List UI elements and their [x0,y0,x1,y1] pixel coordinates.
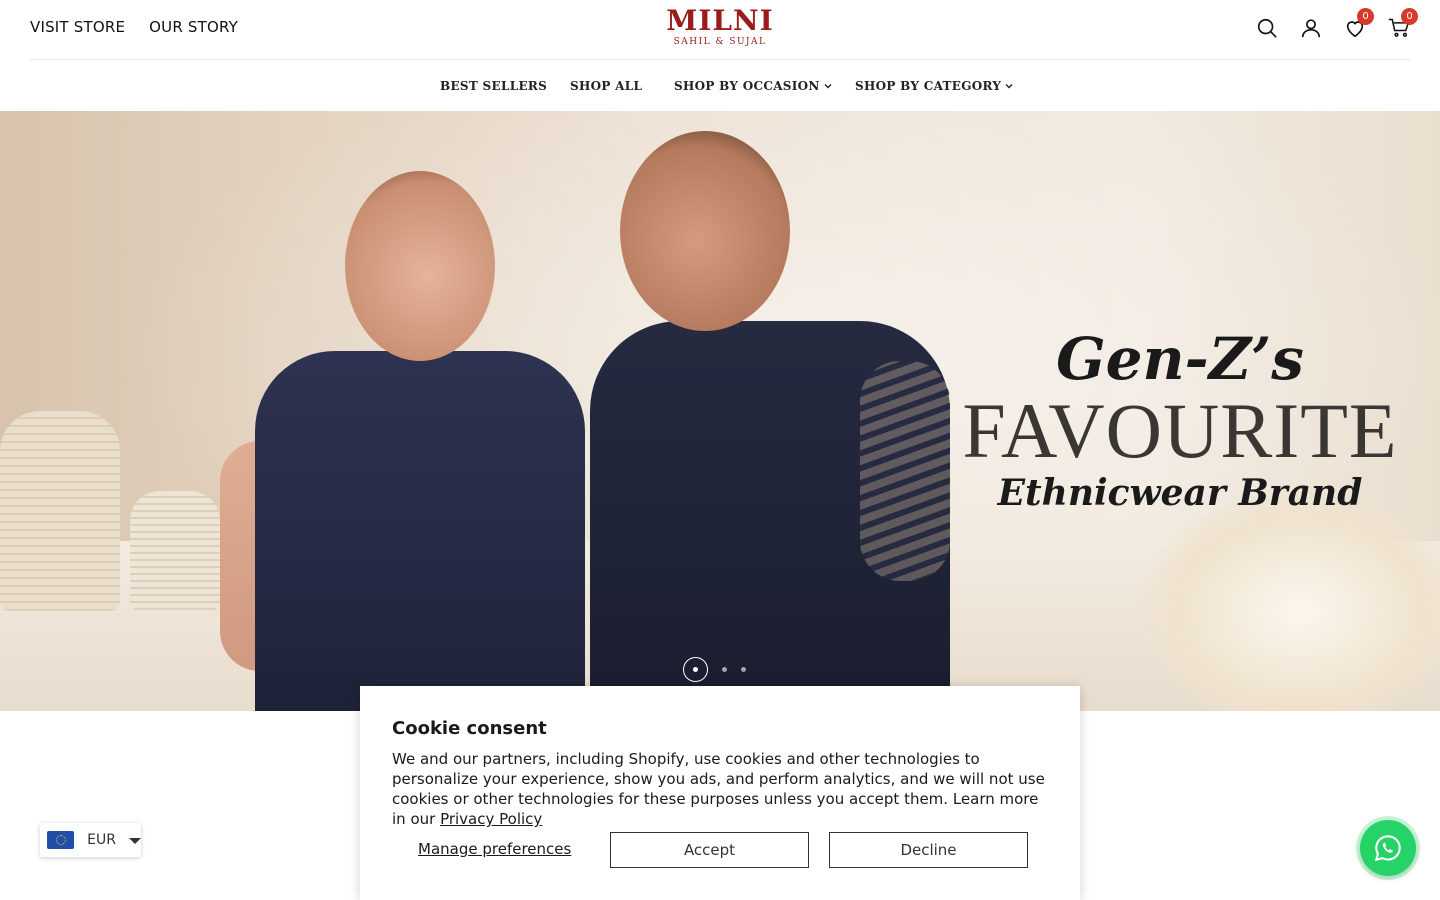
wishlist-button[interactable]: 0 [1344,8,1374,40]
caret-down-icon [129,838,141,844]
logo-subtext: SAHIL & SUJAL [673,37,767,47]
cookie-actions: Manage preferences Accept Decline [392,832,1048,868]
nav-label: BEST SELLERS [440,79,548,93]
header-icons: 0 0 [1256,8,1418,40]
chevron-down-icon [824,84,832,89]
decor-vase [0,411,120,611]
nav-shop-by-category[interactable]: SHOP BY CATEGORY [855,79,1014,93]
chevron-down-icon [1005,84,1013,89]
hero-line-3: Ethnicwear Brand [997,472,1363,514]
account-button[interactable] [1300,16,1322,40]
header-top: VISIT STORE OUR STORY MILNI SAHIL & SUJA… [30,0,1418,60]
slider-pagination [683,657,746,682]
model-right-sleeve [860,361,950,581]
hero-line-2: FAVOURITE [962,387,1398,474]
nav-label: SHOP ALL [570,79,643,93]
our-story-link[interactable]: OUR STORY [149,18,238,36]
currency-code: EUR [87,832,116,848]
logo-text: MILNI [666,4,774,37]
cookie-title: Cookie consent [392,718,547,739]
decor-vase [130,491,220,611]
hero-banner[interactable]: Gen-Z’s FAVOURITE Ethnicwear Brand [0,111,1440,711]
top-links: VISIT STORE OUR STORY [30,18,238,36]
cart-count-badge: 0 [1401,8,1418,25]
hero-line-1: Gen-Z’s [1056,325,1304,393]
search-icon [1257,18,1277,38]
currency-selector[interactable]: EUR [40,823,141,857]
wishlist-count-badge: 0 [1357,8,1374,25]
manage-preferences-link[interactable]: Manage preferences [418,840,571,858]
nav-shop-all[interactable]: SHOP ALL [570,79,642,93]
decline-button[interactable]: Decline [829,832,1028,868]
eu-flag-icon [47,831,75,849]
search-button[interactable] [1256,16,1278,40]
nav-best-sellers[interactable]: BEST SELLERS [440,79,547,93]
visit-store-link[interactable]: VISIT STORE [30,18,125,36]
model-left-outfit [255,351,585,711]
brand-logo[interactable]: MILNI SAHIL & SUJAL [665,6,775,48]
main-nav: BEST SELLERS SHOP ALL SHOP BY OCCASION S… [0,61,1440,111]
model-left-head [345,171,495,361]
model-right-head [620,131,790,331]
slide-dot-3[interactable] [741,667,746,672]
nav-shop-by-occasion[interactable]: SHOP BY OCCASION [674,79,833,93]
user-icon [1301,19,1321,38]
cookie-body: We and our partners, including Shopify, … [392,749,1052,829]
nav-label: SHOP BY OCCASION [674,79,820,93]
nav-label: SHOP BY CATEGORY [855,79,1002,93]
whatsapp-chat-button[interactable] [1360,820,1416,876]
slide-dot-2[interactable] [722,667,727,672]
hero-headline: Gen-Z’s FAVOURITE Ethnicwear Brand [940,326,1420,516]
privacy-policy-link[interactable]: Privacy Policy [440,810,542,828]
whatsapp-icon [1374,835,1401,862]
cart-button[interactable]: 0 [1388,8,1418,40]
slide-dot-1[interactable] [683,657,708,682]
cookie-consent-dialog: Cookie consent We and our partners, incl… [360,686,1080,900]
accept-button[interactable]: Accept [610,832,809,868]
